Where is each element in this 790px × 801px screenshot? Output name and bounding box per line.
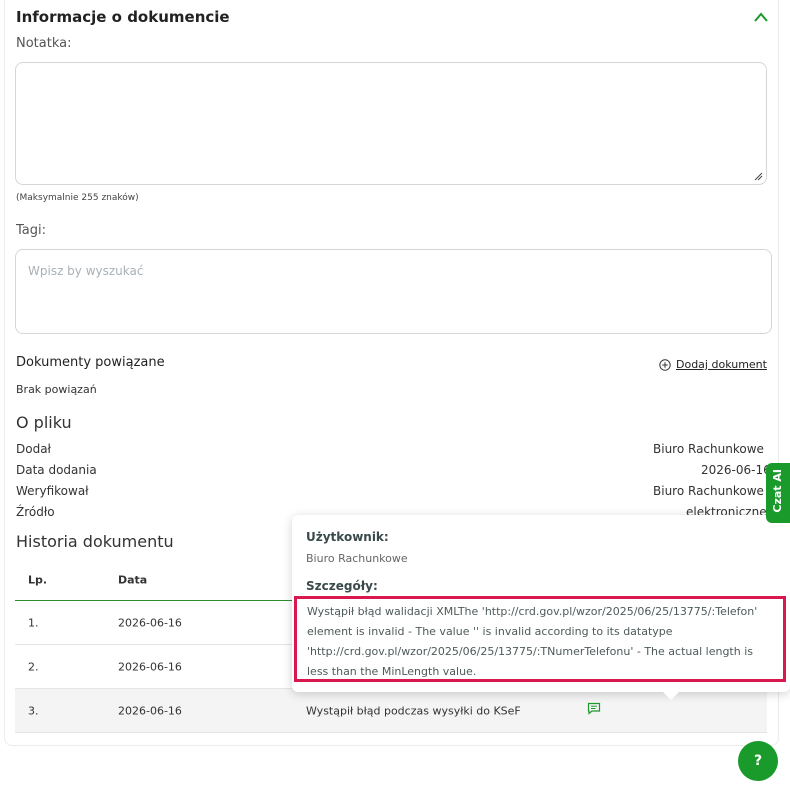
plus-circle-icon xyxy=(659,358,671,371)
history-title: Historia dokumentu xyxy=(16,532,174,551)
column-header-date: Data xyxy=(118,573,148,587)
file-added-by-label: Dodał xyxy=(16,442,51,456)
tags-label: Tagi: xyxy=(16,223,46,238)
row-date: 2026-06-16 xyxy=(118,660,182,673)
resize-handle-icon[interactable] xyxy=(754,172,763,181)
chevron-up-icon[interactable] xyxy=(752,10,770,24)
tooltip-user-label: Użytkownik: xyxy=(306,530,389,544)
note-label: Notatka: xyxy=(16,36,72,51)
row-lp: 2. xyxy=(28,660,39,673)
tags-input[interactable]: Wpisz by wyszukać xyxy=(15,249,772,334)
help-button[interactable]: ? xyxy=(738,741,778,781)
row-date: 2026-06-16 xyxy=(118,616,182,629)
ai-chat-label: Czat AI xyxy=(771,469,784,513)
message-icon[interactable] xyxy=(587,702,601,715)
table-row: 3. 2026-06-16 Wystąpił błąd podczas wysy… xyxy=(15,689,767,733)
row-lp: 3. xyxy=(28,704,39,717)
file-added-date-value: 2026-06-16 xyxy=(701,463,771,477)
tooltip-details-line: Wystąpił błąd walidacji XMLThe 'http://c… xyxy=(307,605,758,618)
file-section-title: O pliku xyxy=(16,413,72,432)
file-verified-by-label: Weryfikował xyxy=(16,484,89,498)
section-title: Informacje o dokumencie xyxy=(16,8,230,26)
tooltip-user-value: Biuro Rachunkowe xyxy=(306,552,408,565)
related-empty-text: Brak powiązań xyxy=(16,383,97,396)
column-header-lp: Lp. xyxy=(28,573,48,587)
related-docs-title: Dokumenty powiązane xyxy=(16,355,165,370)
details-tooltip: Użytkownik: Biuro Rachunkowe Szczegóły: … xyxy=(292,515,790,700)
tooltip-arrow xyxy=(663,692,679,700)
tooltip-details-box: Wystąpił błąd walidacji XMLThe 'http://c… xyxy=(294,596,786,682)
row-date: 2026-06-16 xyxy=(118,704,182,717)
file-verified-by-value: Biuro Rachunkowe xyxy=(653,484,764,498)
add-document-button[interactable]: Dodaj dokument xyxy=(659,358,767,371)
file-source-label: Źródło xyxy=(16,505,55,519)
tooltip-details-label: Szczegóły: xyxy=(306,579,378,593)
add-document-label: Dodaj dokument xyxy=(676,358,767,371)
file-added-by-value: Biuro Rachunkowe xyxy=(653,442,764,456)
tooltip-details-line: 'http://crd.gov.pl/wzor/2025/06/25/13775… xyxy=(307,645,753,658)
tooltip-details-line: element is invalid - The value '' is inv… xyxy=(307,625,673,638)
note-hint: (Maksymalnie 255 znaków) xyxy=(16,193,139,203)
file-added-date-label: Data dodania xyxy=(16,463,97,477)
row-lp: 1. xyxy=(28,616,39,629)
ai-chat-tab[interactable]: Czat AI xyxy=(766,463,790,523)
tooltip-details-line: less than the MinLength value. xyxy=(307,665,477,678)
row-description: Wystąpił błąd podczas wysyłki do KSeF xyxy=(306,704,521,717)
note-textarea[interactable] xyxy=(15,62,767,185)
